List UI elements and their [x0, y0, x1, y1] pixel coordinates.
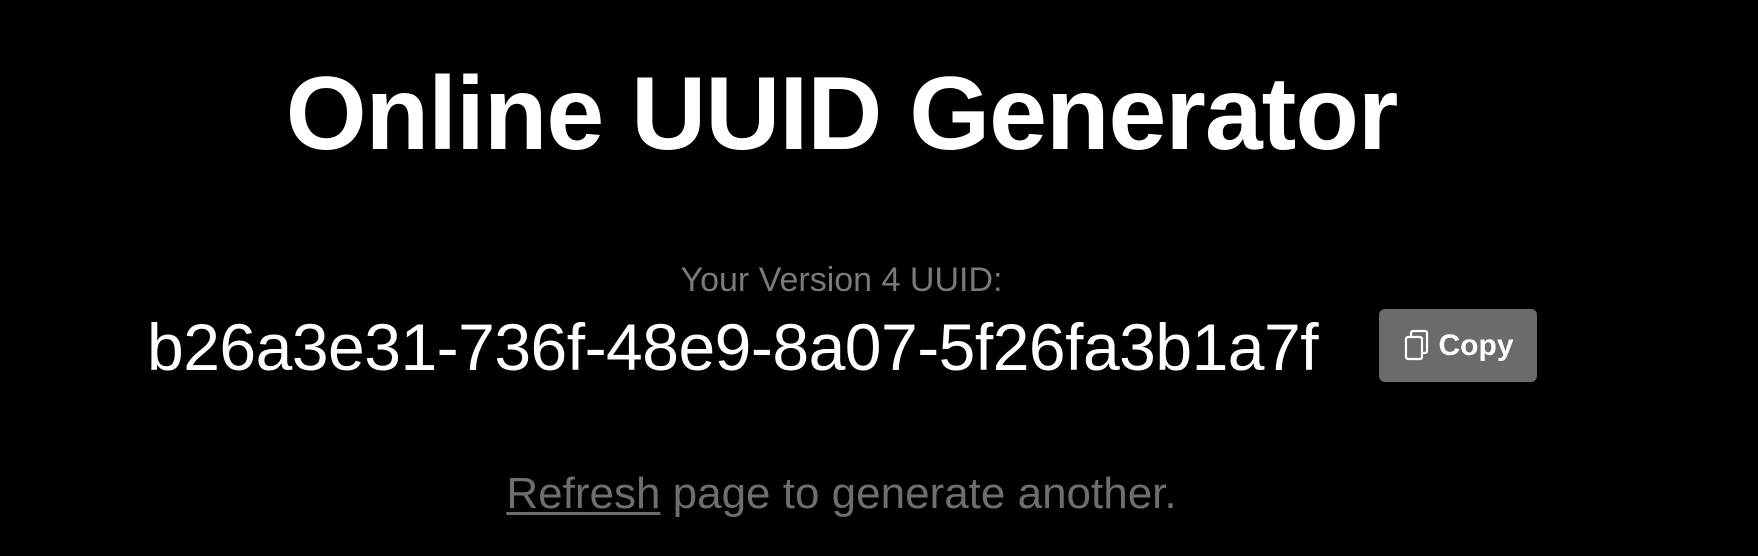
uuid-value: b26a3e31-736f-48e9-8a07-5f26fa3b1a7f — [147, 310, 1319, 384]
refresh-link[interactable]: Refresh — [506, 469, 660, 518]
copy-icon — [1403, 329, 1431, 363]
page-title: Online UUID Generator — [285, 56, 1399, 172]
refresh-instruction: Refresh page to generate another. — [0, 466, 1683, 522]
copy-button[interactable]: Copy — [1379, 309, 1537, 382]
copy-button-label: Copy — [1438, 328, 1514, 362]
uuid-version-label: Your Version 4 UUID: — [680, 261, 1003, 299]
uuid-row: b26a3e31-736f-48e9-8a07-5f26fa3b1a7f Cop… — [0, 306, 1758, 388]
refresh-instruction-text: page to generate another. — [660, 469, 1177, 518]
